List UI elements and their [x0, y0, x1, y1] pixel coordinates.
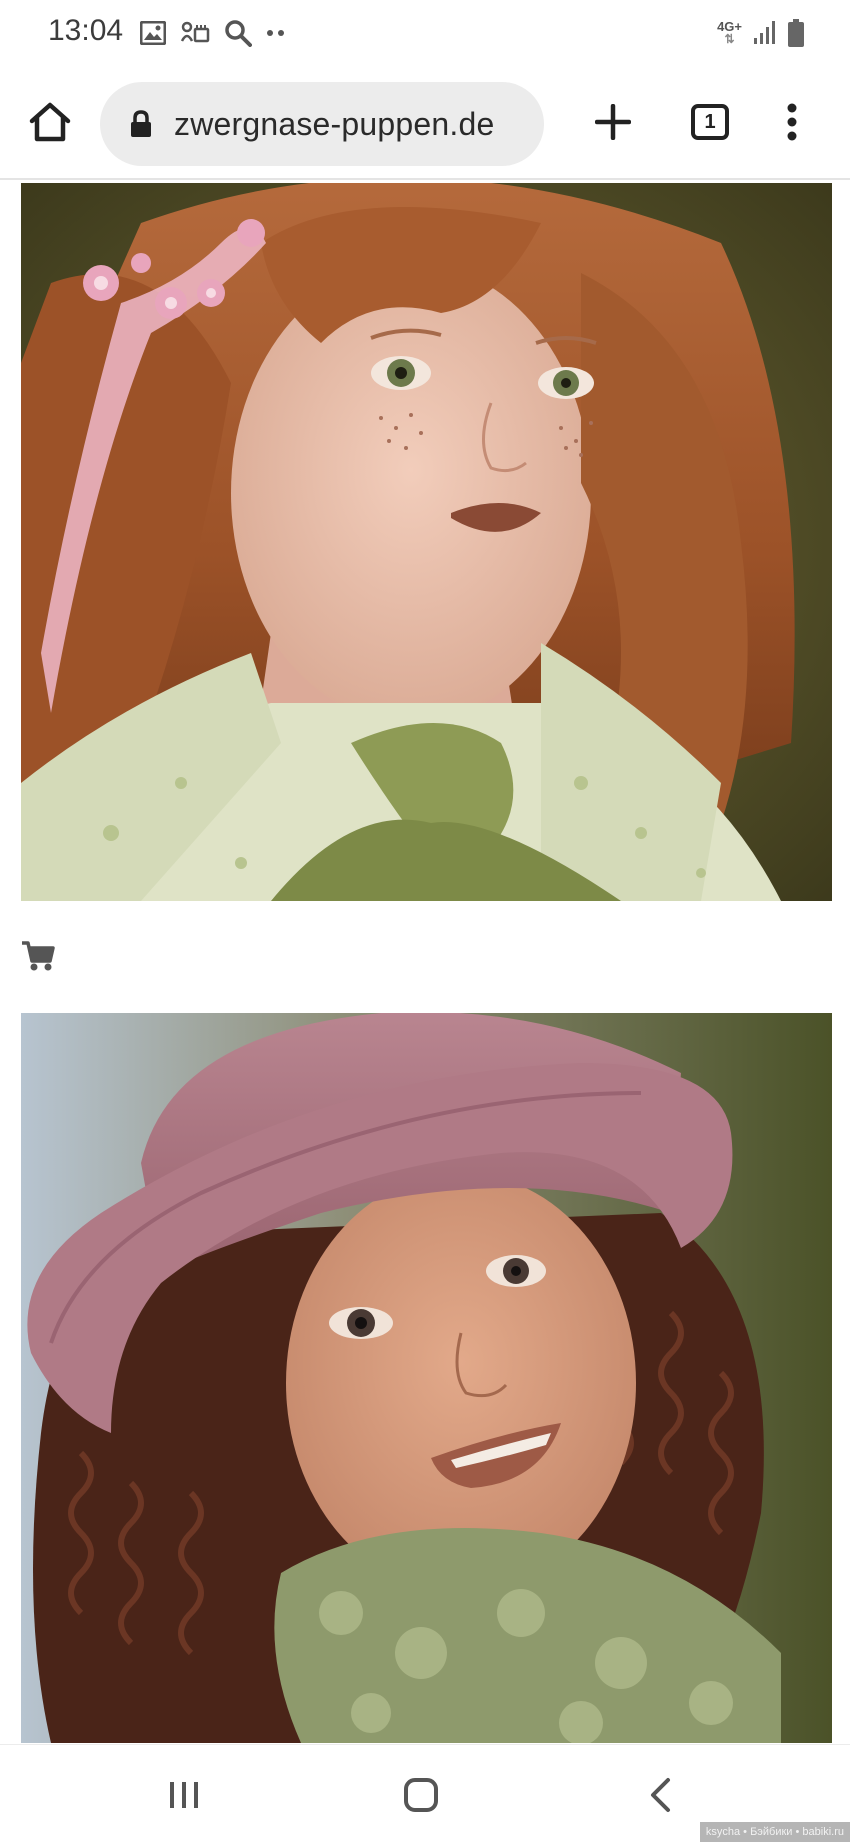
lock-icon[interactable] [128, 109, 154, 139]
recents-button[interactable] [154, 1767, 214, 1823]
kebab-menu-icon [787, 103, 797, 141]
back-button[interactable] [630, 1767, 690, 1823]
doll-photo [21, 183, 832, 901]
search-icon [225, 20, 252, 47]
battery-icon [788, 19, 804, 47]
system-home-button[interactable] [391, 1767, 451, 1823]
address-bar[interactable]: zwergnase-puppen.de [100, 82, 544, 166]
home-icon [404, 1778, 438, 1812]
image-icon [140, 21, 166, 45]
home-icon [29, 102, 71, 142]
tab-switcher-button[interactable]: 1 [682, 94, 738, 150]
watermark: ksycha • Бэйбики • babiki.ru [699, 1822, 850, 1842]
back-icon [651, 1778, 670, 1812]
browser-toolbar: zwergnase-puppen.de 1 [0, 72, 850, 180]
status-notifications [140, 18, 286, 48]
shopping-cart-icon[interactable] [21, 940, 55, 972]
url-text[interactable]: zwergnase-puppen.de [174, 106, 494, 143]
recents-icon [170, 1782, 198, 1808]
network-type-label: 4G+ ⇅ [717, 19, 742, 46]
product-image-doll-hat[interactable] [21, 1013, 832, 1743]
doll-photo [21, 1013, 832, 1743]
product-image-doll-redhead[interactable] [21, 183, 832, 901]
overflow-menu-button[interactable] [764, 94, 820, 150]
status-system-icons: 4G+ ⇅ [717, 18, 804, 48]
status-time: 13:04 [48, 14, 124, 47]
home-button[interactable] [22, 94, 78, 150]
tab-count: 1 [704, 110, 716, 133]
status-bar: 13:04 4G+ ⇅ [0, 0, 850, 70]
notification-icon [180, 21, 210, 43]
more-dots-icon [267, 30, 284, 36]
plus-icon [595, 104, 631, 140]
new-tab-button[interactable] [585, 94, 641, 150]
tabs-icon: 1 [691, 104, 729, 140]
signal-icon [754, 21, 775, 44]
